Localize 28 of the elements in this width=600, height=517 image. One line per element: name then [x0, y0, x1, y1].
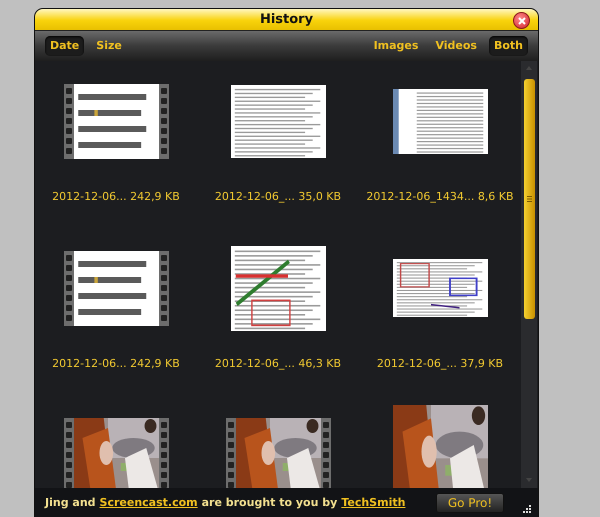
- video-thumbnail[interactable]: [226, 418, 330, 488]
- link[interactable]: Screencast.com: [100, 494, 198, 512]
- file-label: 2012-12-06... 242,9 KB: [52, 356, 180, 372]
- link[interactable]: TechSmith: [341, 494, 406, 512]
- file-label: 2012-12-06_... 37,9 KB: [376, 356, 504, 372]
- film-strip: [158, 418, 168, 488]
- close-button[interactable]: [513, 12, 530, 29]
- window-title: History: [260, 10, 314, 29]
- file-label: 2012-12-06... 242,9 KB: [52, 188, 180, 205]
- filter-tab[interactable]: Size: [91, 36, 127, 56]
- film-strip: [64, 418, 74, 488]
- file-label: 2012-12-06_... 35,0 KB: [214, 188, 342, 205]
- file-label: 2012-12-06_1434... 8,6 KB: [366, 188, 514, 205]
- video-thumbnail[interactable]: [64, 84, 168, 158]
- filter-tab[interactable]: Videos: [430, 36, 482, 56]
- video-thumbnail[interactable]: [64, 418, 168, 488]
- filter-tab[interactable]: Images: [368, 36, 424, 56]
- filter-tab[interactable]: Date: [45, 36, 84, 56]
- filter-tab[interactable]: Both: [488, 36, 528, 56]
- file-label: 2012-12-06_... 46,3 KB: [214, 356, 342, 372]
- go-pro-button[interactable]: Go Pro!: [436, 493, 504, 513]
- close-icon: [518, 16, 526, 24]
- resize-grip-icon[interactable]: [522, 504, 532, 514]
- film-strip: [320, 418, 330, 488]
- grip-icon: [526, 196, 532, 202]
- credits-text: Jing and Screencast.com are brought to you by TechSmith: [45, 494, 406, 512]
- film-strip: [226, 418, 236, 488]
- video-thumbnail[interactable]: [64, 250, 168, 326]
